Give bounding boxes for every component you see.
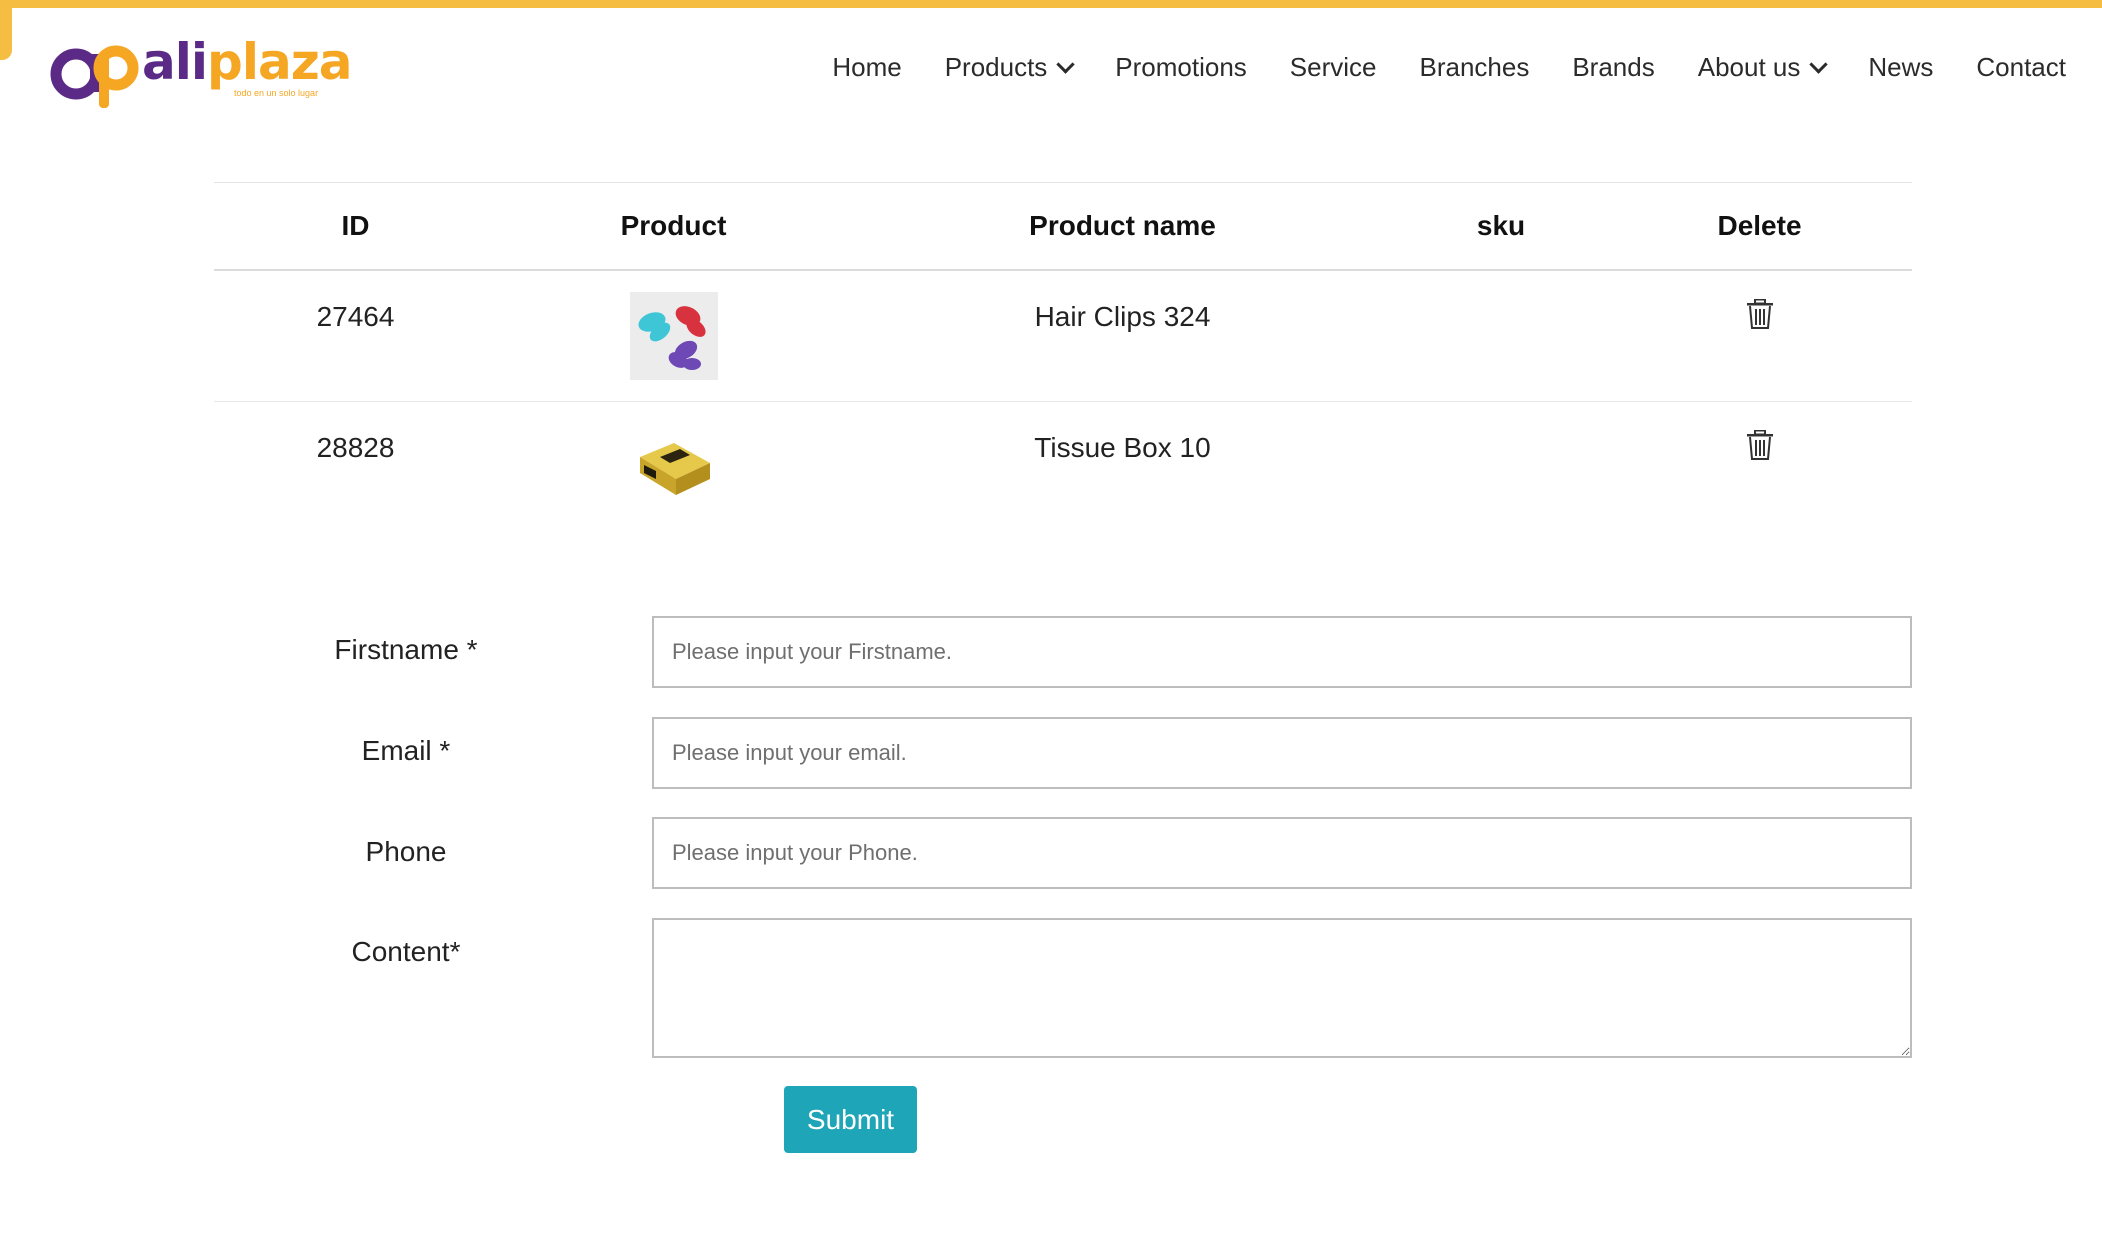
site-header: aliplaza todo en un solo lugar Home Prod… [0, 8, 2102, 118]
nav-brands[interactable]: Brands [1572, 52, 1654, 83]
logo-text-plaza: plaza [207, 33, 353, 91]
nav-brands-label: Brands [1572, 52, 1655, 82]
trash-icon[interactable] [1746, 430, 1774, 460]
product-sku [1395, 271, 1607, 301]
cell-id: 27464 [214, 270, 497, 402]
product-id: 28828 [316, 432, 395, 463]
nav-home-label: Home [832, 52, 902, 82]
email-input[interactable] [652, 717, 1912, 789]
nav-contact-label: Contact [1976, 52, 2066, 82]
top-accent-bar [0, 0, 2102, 8]
logo-mark-icon [50, 45, 139, 108]
product-id: 27464 [316, 301, 395, 332]
firstname-input[interactable] [652, 616, 1912, 688]
nav-service-label: Service [1289, 52, 1377, 82]
phone-label: Phone [365, 836, 447, 867]
email-label: Email * [361, 735, 451, 766]
phone-input[interactable] [652, 817, 1912, 889]
product-sku [1395, 402, 1607, 432]
nav-promotions-label: Promotions [1115, 52, 1247, 82]
cell-product [497, 270, 850, 402]
table-row: 28828 Tissue Box 10 [214, 402, 1912, 533]
column-header-sku: sku [1395, 182, 1607, 271]
content-textarea[interactable] [652, 918, 1912, 1058]
nav-promotions[interactable]: Promotions [1115, 52, 1247, 83]
column-header-id: ID [214, 182, 497, 271]
cell-sku [1395, 270, 1607, 402]
nav-products[interactable]: Products [944, 52, 1075, 83]
column-header-product-name: Product name [850, 182, 1395, 271]
firstname-label: Firstname * [334, 634, 478, 665]
logo-wordmark: aliplaza [142, 33, 353, 91]
nav-news[interactable]: News [1868, 52, 1933, 83]
product-table: ID Product Product name sku Delete 27464 [214, 182, 1912, 532]
trash-icon[interactable] [1746, 299, 1774, 329]
cell-product-name: Hair Clips 324 [850, 270, 1395, 402]
chevron-down-icon [1809, 55, 1829, 74]
content-label: Content* [351, 936, 461, 967]
product-name: Hair Clips 324 [1034, 301, 1211, 332]
product-name: Tissue Box 10 [1034, 432, 1211, 463]
hair-clips-image[interactable] [629, 292, 718, 380]
nav-about-us-label: About us [1697, 52, 1801, 82]
logo-text-ali: ali [142, 33, 208, 91]
nav-about-us[interactable]: About us [1697, 52, 1829, 83]
submit-button[interactable]: Submit [784, 1086, 917, 1153]
site-logo[interactable]: aliplaza todo en un solo lugar [46, 30, 353, 110]
nav-service[interactable]: Service [1290, 52, 1377, 83]
cell-delete [1607, 402, 1912, 533]
column-header-delete: Delete [1607, 182, 1912, 271]
column-header-product: Product [497, 182, 850, 271]
tissue-box-image[interactable] [629, 423, 718, 511]
nav-home[interactable]: Home [832, 52, 901, 83]
table-header-row: ID Product Product name sku Delete [214, 182, 1912, 271]
table-row: 27464 Hair Clips 324 [214, 270, 1912, 402]
cell-sku [1395, 402, 1607, 533]
nav-news-label: News [1868, 52, 1934, 82]
cell-product-name: Tissue Box 10 [850, 402, 1395, 533]
cell-product [497, 402, 850, 533]
nav-branches-label: Branches [1419, 52, 1530, 82]
chevron-down-icon [1056, 55, 1075, 74]
nav-branches[interactable]: Branches [1420, 52, 1530, 83]
logo-tagline: todo en un solo lugar [234, 88, 319, 98]
cell-delete [1607, 270, 1912, 402]
cell-id: 28828 [214, 402, 497, 533]
nav-contact[interactable]: Contact [1976, 52, 2066, 83]
main-nav: Home Products Promotions Service Branche… [832, 52, 2066, 83]
nav-products-label: Products [944, 52, 1048, 82]
